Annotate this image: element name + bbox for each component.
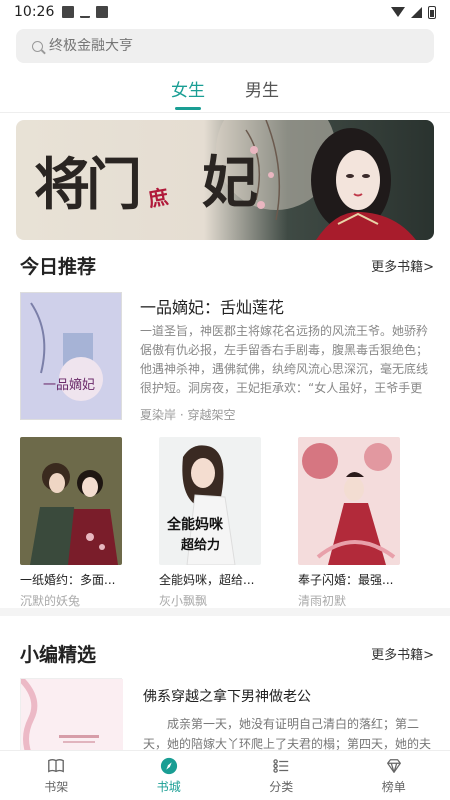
tab-male[interactable]: 男生 [245, 72, 279, 112]
section-title-editor-pick: 小编精选 [20, 644, 97, 666]
banner-calligraphy-end: 妃 [202, 150, 258, 216]
book-card[interactable]: 奉子闪婚：最强... 清雨初默 [298, 437, 400, 609]
book-title: 奉子闪婚：最强... [298, 573, 394, 587]
more-books-link[interactable]: 更多书籍> [371, 256, 434, 275]
gallery-icon [62, 6, 75, 18]
list-icon [273, 758, 289, 773]
book-cover [298, 437, 400, 565]
search-input[interactable] [49, 38, 409, 54]
cover-art: 全能妈咪 超给力 [159, 437, 261, 565]
book-author: 沉默的妖兔 [20, 594, 81, 608]
book-row: 一纸婚约：多面... 沉默的妖兔 全能妈咪 超给力 全能妈咪，超给... 灰小飘… [20, 437, 434, 609]
nav-label: 榜单 [381, 779, 406, 794]
svg-text:全能妈咪: 全能妈咪 [166, 516, 224, 533]
promo-banner[interactable]: 将门 庶 妃 [16, 120, 434, 240]
book-card[interactable]: 一纸婚约：多面... 沉默的妖兔 [20, 437, 122, 609]
cover-art: 一品嫡妃 [21, 293, 121, 419]
signal-icon [411, 6, 422, 18]
tab-divider [0, 112, 450, 113]
book-title: 全能妈咪，超给... [159, 573, 255, 587]
bottom-nav: 书架 书城 分类 榜单 [0, 750, 450, 800]
cover-art [298, 437, 400, 565]
nav-label: 书架 [44, 779, 69, 794]
book-cover [20, 437, 122, 565]
book-author: 灰小飘飘 [159, 594, 208, 608]
book-cover: 全能妈咪 超给力 [159, 437, 261, 565]
cover-art [18, 676, 123, 761]
svg-text:一品嫡妃: 一品嫡妃 [43, 377, 95, 393]
diamond-icon [386, 758, 401, 773]
book-cover [18, 676, 123, 761]
featured-book-meta: 夏染岸 · 穿越架空 [140, 408, 236, 422]
editor-pick-book-title: 佛系穿越之拿下男神做老公 [143, 689, 311, 705]
nav-rankings[interactable]: 榜单 [338, 751, 450, 800]
banner-calligraphy: 将门 [34, 152, 142, 218]
section-title-today: 今日推荐 [20, 256, 97, 278]
section-divider [0, 608, 450, 616]
book-title: 一纸婚约：多面... [20, 573, 116, 587]
book-cover: 一品嫡妃 [20, 292, 122, 420]
featured-book-title: 一品嫡妃：舌灿莲花 [140, 298, 285, 317]
today-section-header: 今日推荐 更多书籍> [20, 252, 434, 279]
editor-pick-book-description: 成亲第一天，她没有证明自己清白的落红；第二天，她的陪嫁大丫环爬上了夫君的榻；第四… [143, 717, 432, 751]
svg-text:超给力: 超给力 [181, 537, 220, 553]
nav-label: 书城 [156, 779, 181, 794]
editor-pick-header: 小编精选 更多书籍> [20, 640, 434, 667]
cover-art [20, 437, 122, 565]
wifi-icon [391, 7, 405, 17]
battery-icon [428, 5, 436, 19]
nav-label: 分类 [269, 779, 294, 794]
book-card[interactable]: 全能妈咪 超给力 全能妈咪，超给... 灰小飘飘 [159, 437, 261, 609]
notification-a-icon [96, 6, 109, 18]
download-icon [80, 6, 91, 18]
featured-book-description: 一道圣旨，神医郡主将嫁花名远扬的风流王爷。她骄矜倨傲有仇必报，左手留香右手剧毒，… [140, 324, 429, 395]
book-author: 清雨初默 [298, 594, 347, 608]
tab-female[interactable]: 女生 [171, 72, 205, 112]
featured-book[interactable]: 一品嫡妃 一品嫡妃：舌灿莲花 一道圣旨，神医郡主将嫁花名远扬的风流王爷。她骄矜倨… [20, 292, 434, 424]
book-open-icon [48, 758, 65, 772]
nav-categories[interactable]: 分类 [225, 751, 338, 800]
editor-pick-book[interactable]: 佛系穿越之拿下男神做老公 成亲第一天，她没有证明自己清白的落红；第二天，她的陪嫁… [18, 676, 434, 761]
search-bar[interactable] [16, 29, 434, 63]
more-books-link[interactable]: 更多书籍> [371, 644, 434, 663]
search-icon [32, 40, 43, 52]
nav-bookshelf[interactable]: 书架 [0, 751, 113, 800]
compass-icon [160, 757, 177, 774]
nav-bookstore[interactable]: 书城 [113, 751, 226, 800]
gender-tabs: 女生 男生 [0, 72, 450, 112]
status-time: 10:26 [14, 4, 55, 20]
status-bar: 10:26 [0, 0, 450, 24]
